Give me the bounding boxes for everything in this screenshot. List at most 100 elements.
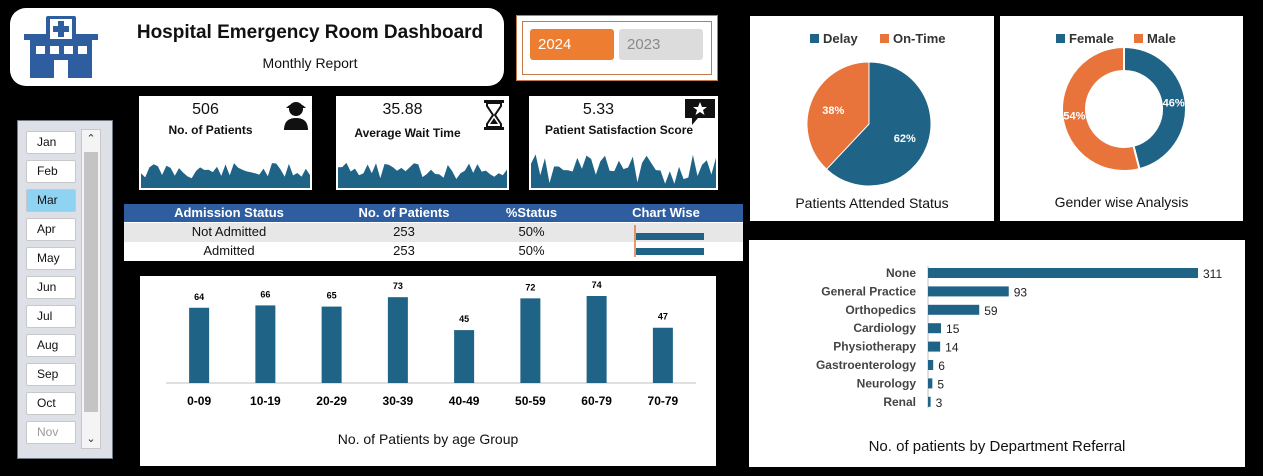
age-bar	[387, 297, 408, 383]
legend-label: On-Time	[893, 31, 946, 46]
age-group-chart-title: No. of Patients by age Group	[337, 431, 519, 447]
tick-label: 40-49	[449, 394, 480, 408]
month-button-jan[interactable]: Jan	[26, 131, 76, 154]
month-button-apr[interactable]: Apr	[26, 218, 76, 241]
scroll-up-icon[interactable]: ⌃	[82, 130, 100, 148]
tick-label: 60-79	[581, 394, 612, 408]
kpi-label: Average Wait Time	[354, 126, 461, 140]
satisfaction-sparkline	[531, 154, 716, 188]
data-label: 5	[937, 377, 944, 391]
month-button-mar[interactable]: Mar	[26, 189, 76, 212]
databar-not-admitted	[636, 233, 704, 240]
legend-swatch	[1056, 34, 1065, 43]
slice-label: 46%	[1163, 98, 1185, 110]
sparkline-area	[338, 162, 507, 188]
month-button-jul[interactable]: Jul	[26, 305, 76, 328]
month-slicer: Jan Feb Mar Apr May Jun Jul Aug Sep Oct Nov ⌃ ⌄	[17, 120, 113, 459]
age-bar	[520, 298, 541, 383]
kpi-value: 5.33	[582, 101, 615, 118]
legend-label: Male	[1147, 31, 1176, 46]
sparkline-area	[531, 154, 716, 188]
tick-label: None	[886, 266, 916, 280]
percent-cell: 50%	[518, 224, 545, 239]
patients-sparkline	[141, 163, 310, 188]
month-button-jun[interactable]: Jun	[26, 276, 76, 299]
admission-status-cell: Admitted	[203, 243, 255, 258]
month-button-nov[interactable]: Nov	[26, 421, 76, 444]
age-bar	[189, 307, 210, 383]
tick-label: 50-59	[515, 394, 546, 408]
hourglass-icon	[484, 100, 504, 130]
star-chat-icon	[685, 99, 715, 125]
age-bar	[586, 296, 607, 383]
data-label: 73	[393, 281, 403, 291]
department-referral-title: No. of patients by Department Referral	[868, 438, 1126, 455]
data-label: 3	[936, 396, 943, 410]
user-icon	[284, 102, 308, 130]
kpi-label: No. of Patients	[168, 123, 253, 137]
data-label: 66	[260, 289, 270, 299]
data-label: 15	[946, 322, 960, 336]
scroll-down-icon[interactable]: ⌄	[82, 430, 100, 448]
data-label: 14	[945, 341, 959, 355]
month-button-sep[interactable]: Sep	[26, 363, 76, 386]
month-scrollbar[interactable]: ⌃ ⌄	[81, 129, 101, 449]
department-bar	[928, 304, 980, 315]
age-group-plot: 64 0-09 66 10-19 65 20-29 73 30-39 45 40-49 72 50-5…	[166, 280, 696, 408]
month-button-may[interactable]: May	[26, 247, 76, 270]
department-bar	[928, 378, 933, 389]
attended-status-plot: Delay On-Time 62% 38%	[806, 31, 946, 187]
legend-swatch	[880, 34, 889, 43]
header-chart-wise: Chart Wise	[632, 205, 700, 220]
legend-label: Delay	[823, 31, 858, 46]
header-admission-status: Admission Status	[174, 205, 284, 220]
month-button-oct[interactable]: Oct	[26, 392, 76, 415]
age-bar	[321, 306, 342, 383]
tick-label: Gastroenterology	[816, 358, 916, 372]
databar-admitted	[636, 248, 704, 255]
month-button-feb[interactable]: Feb	[26, 160, 76, 183]
slice-label: 54%	[1063, 110, 1085, 122]
tick-label: 10-19	[250, 394, 281, 408]
department-referral-plot: None 311 General Practice 93 Orthopedics 59 Ca…	[816, 266, 1222, 410]
tick-label: 30-39	[383, 394, 414, 408]
gender-chart: Female Male 46% 54% Gender wise Analysis	[1000, 16, 1243, 221]
year-2024-button[interactable]: 2024	[530, 29, 614, 60]
kpi-wait-time: 35.88 Average Wait Time	[336, 96, 509, 190]
department-bar	[928, 341, 941, 352]
title-card: Hospital Emergency Room Dashboard Monthl…	[10, 8, 504, 86]
slice-label: 62%	[894, 133, 916, 145]
tick-label: 20-29	[316, 394, 347, 408]
page-title: Hospital Emergency Room Dashboard	[136, 22, 484, 43]
data-label: 64	[194, 292, 204, 302]
year-slicer: 2024 2023	[516, 15, 718, 81]
slice-label: 38%	[822, 105, 844, 117]
data-label: 74	[592, 280, 602, 290]
attended-status-chart: Delay On-Time 62% 38% Patients Attended Sta…	[750, 16, 994, 221]
header-pct-status: %Status	[505, 205, 558, 220]
wait-time-sparkline	[338, 162, 507, 188]
percent-cell: 50%	[518, 243, 545, 258]
department-bar	[928, 268, 1198, 278]
data-label: 47	[658, 312, 668, 322]
age-group-chart: 64 0-09 66 10-19 65 20-29 73 30-39 45 40-49 72 50-5…	[140, 276, 716, 466]
data-label: 45	[459, 314, 469, 324]
tick-label: Renal	[883, 395, 916, 409]
admission-databars	[634, 225, 704, 257]
gender-plot: Female Male 46% 54%	[1056, 31, 1187, 172]
kpi-satisfaction: 5.33 Patient Satisfaction Score	[529, 96, 718, 190]
tick-label: Cardiology	[853, 321, 916, 335]
page-subtitle: Monthly Report	[262, 55, 358, 71]
attended-status-title: Patients Attended Status	[795, 195, 949, 211]
admission-table-header: Admission Status No. of Patients %Status…	[124, 204, 743, 222]
scroll-thumb[interactable]	[84, 152, 98, 412]
data-label: 93	[1014, 285, 1028, 299]
header-no-of-patients: No. of Patients	[358, 205, 450, 220]
admission-status-cell: Not Admitted	[191, 224, 267, 239]
data-label: 311	[1203, 267, 1222, 281]
tick-label: Orthopedics	[845, 303, 916, 317]
tick-label: Neurology	[857, 376, 917, 390]
tick-label: Physiotherapy	[833, 340, 916, 354]
month-button-aug[interactable]: Aug	[26, 334, 76, 357]
year-2023-button[interactable]: 2023	[619, 29, 703, 60]
